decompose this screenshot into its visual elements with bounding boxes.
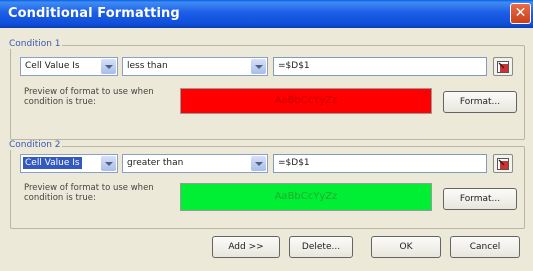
range-select-icon (497, 61, 509, 73)
condition-1-preview-text: AaBbCcYyZz (274, 95, 338, 106)
condition-2-collapse-dialog-button[interactable] (493, 154, 513, 173)
chevron-down-icon[interactable] (251, 156, 266, 171)
dialog-title: Conditional Formatting (8, 6, 180, 21)
condition-1-formula-value: =$D$1 (278, 61, 310, 71)
condition-2-preview-label: Preview of format to use when condition … (24, 183, 174, 203)
condition-1-format-preview: AaBbCcYyZz (180, 88, 432, 114)
conditional-formatting-dialog: Conditional Formatting ✕ Condition 1 Cel… (0, 0, 533, 271)
cancel-button[interactable]: Cancel (450, 236, 520, 258)
condition-2-operator-select[interactable]: greater than (122, 154, 268, 173)
condition-1-type-value: Cell Value Is (25, 61, 80, 71)
chevron-down-icon[interactable] (251, 59, 266, 74)
condition-2-formula-input[interactable]: =$D$1 (273, 154, 487, 173)
preview-label-line: condition is true: (24, 97, 96, 107)
condition-1-formula-input[interactable]: =$D$1 (273, 57, 487, 76)
condition-2-label: Condition 2 (8, 140, 62, 150)
condition-1-preview-label: Preview of format to use when condition … (24, 87, 174, 107)
preview-label-line: condition is true: (24, 193, 96, 203)
condition-1-operator-select[interactable]: less than (122, 57, 268, 76)
delete-button[interactable]: Delete... (289, 236, 353, 258)
range-select-icon (497, 158, 509, 170)
chevron-down-icon[interactable] (101, 59, 116, 74)
condition-1-label: Condition 1 (8, 39, 62, 49)
condition-2-preview-text: AaBbCcYyZz (274, 191, 338, 202)
condition-1-format-button[interactable]: Format... (443, 91, 517, 113)
condition-1-type-select[interactable]: Cell Value Is (20, 57, 118, 76)
condition-2-type-select[interactable]: Cell Value Is (20, 154, 118, 173)
chevron-down-icon[interactable] (101, 156, 116, 171)
condition-2-formula-value: =$D$1 (278, 158, 310, 168)
condition-2-format-button[interactable]: Format... (443, 188, 517, 210)
ok-button[interactable]: OK (371, 236, 441, 258)
title-bar[interactable]: Conditional Formatting ✕ (0, 0, 533, 28)
condition-1-collapse-dialog-button[interactable] (493, 57, 513, 76)
condition-2-operator-value: greater than (127, 158, 184, 168)
preview-label-line: Preview of format to use when (24, 183, 154, 193)
close-icon: ✕ (514, 5, 527, 21)
condition-2-format-preview: AaBbCcYyZz (180, 183, 432, 211)
preview-label-line: Preview of format to use when (24, 87, 154, 97)
close-button[interactable]: ✕ (510, 3, 531, 24)
add-button[interactable]: Add >> (212, 236, 280, 258)
condition-2-type-value: Cell Value Is (23, 157, 82, 169)
condition-1-operator-value: less than (127, 61, 168, 71)
